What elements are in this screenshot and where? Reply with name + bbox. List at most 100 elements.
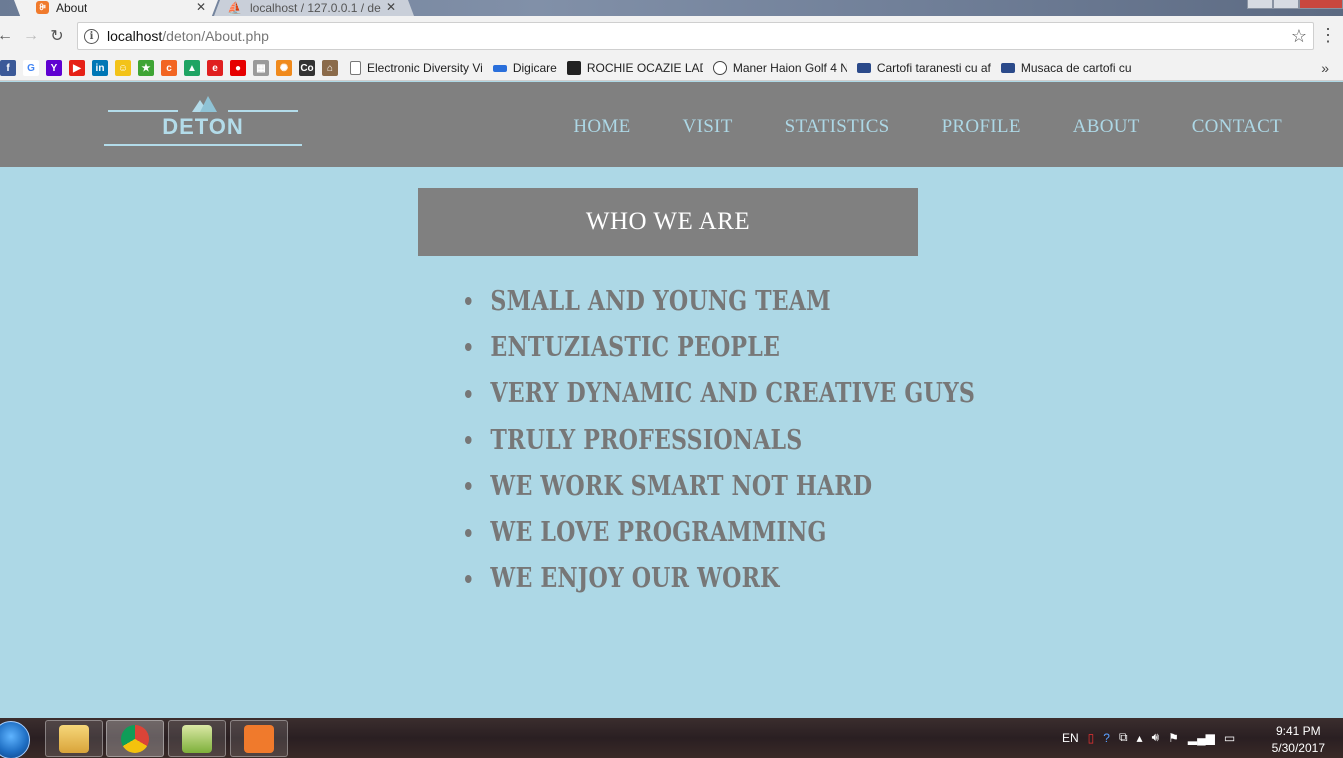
clock-time: 9:41 PM: [1275, 724, 1321, 738]
action-center-icon[interactable]: ⚑: [1168, 731, 1179, 745]
star-green-icon[interactable]: ★: [138, 60, 154, 76]
list-item: ENTUZIASTIC PEOPLE: [465, 324, 975, 370]
co-icon[interactable]: Co: [299, 60, 315, 76]
system-clock[interactable]: 9:41 PM 5/30/2017: [1272, 723, 1325, 757]
nav-about[interactable]: ABOUT: [1073, 116, 1140, 138]
system-tray: EN ▯ ? ⧉ ▴ 🔊︎ ⚑ ▂▄▆ ▭: [1062, 730, 1244, 745]
windows-taskbar: EN ▯ ? ⧉ ▴ 🔊︎ ⚑ ▂▄▆ ▭ 9:41 PM 5/30/2017: [0, 718, 1343, 758]
info-icon[interactable]: i: [84, 28, 99, 44]
bullet-icon: [465, 436, 472, 445]
sun-icon[interactable]: ✺: [276, 60, 292, 76]
close-icon[interactable]: ✕: [386, 0, 396, 14]
bullet-icon: [465, 389, 472, 398]
mountain-icon: [192, 96, 217, 112]
nav-home[interactable]: HOME: [573, 116, 630, 138]
main-nav: HOME VISIT STATISTICS PROFILE ABOUT CONT…: [521, 116, 1282, 138]
url-path: /deton/About.php: [162, 28, 269, 44]
show-hidden-icons-icon[interactable]: ▴: [1137, 731, 1143, 745]
bullet-icon: [465, 297, 472, 306]
olx-icon: [712, 61, 727, 75]
nav-visit[interactable]: VISIT: [683, 116, 733, 138]
back-arrow-icon[interactable]: ←: [0, 23, 18, 49]
minimize-button[interactable]: [1247, 0, 1273, 9]
xampp-icon: [244, 724, 274, 753]
deton-logo[interactable]: DETON: [104, 96, 302, 148]
smiley-icon[interactable]: ☺: [115, 60, 131, 76]
drive-icon[interactable]: ▲: [184, 60, 200, 76]
yahoo-icon[interactable]: Y: [46, 60, 62, 76]
logo-line: [228, 110, 298, 112]
tab-strip: ꔭ About ✕ ⛵ localhost / 127.0.0.1 / de ✕: [0, 0, 1343, 16]
recipe-icon: [1000, 63, 1015, 73]
reload-icon[interactable]: ↻: [44, 23, 70, 49]
bookmarks-bar: f G Y ▶ in ☺ ★ c ▲ e ● ▦ ✺ Co ⌂ Electronic Diversity V…: [0, 56, 1343, 81]
orange-c-icon[interactable]: c: [161, 60, 177, 76]
more-bookmarks-icon[interactable]: »: [1321, 60, 1329, 76]
folder-icon: [59, 724, 89, 753]
forward-arrow-icon[interactable]: →: [18, 23, 44, 49]
address-bar[interactable]: i localhost/deton/About.php ☆: [77, 22, 1314, 50]
notepad-icon: [182, 724, 212, 753]
browser-toolbar: ← → ↻ i localhost/deton/About.php ☆ ⋮: [0, 16, 1343, 56]
bookmark-item[interactable]: Maner Haion Golf 4 N: [712, 61, 847, 75]
power-icon[interactable]: ▭: [1224, 731, 1235, 745]
start-button[interactable]: [0, 721, 30, 758]
taskbar-explorer-button[interactable]: [45, 720, 103, 757]
bookmark-item[interactable]: Musaca de cartofi cu: [1000, 61, 1132, 75]
section-title: WHO WE ARE: [418, 188, 918, 256]
bookmark-item[interactable]: ROCHIE OCAZIE LADY: [566, 61, 703, 75]
list-item: WE LOVE PROGRAMMING: [465, 509, 975, 555]
digicare-icon: [492, 64, 507, 72]
language-indicator[interactable]: EN: [1062, 731, 1079, 745]
list-item: SMALL AND YOUNG TEAM: [465, 278, 975, 324]
nav-profile[interactable]: PROFILE: [942, 116, 1021, 138]
tab-title: About: [56, 1, 88, 15]
youtube-icon[interactable]: ▶: [69, 60, 85, 76]
traits-list: SMALL AND YOUNG TEAM ENTUZIASTIC PEOPLE …: [465, 278, 1087, 602]
window-controls: [1247, 0, 1343, 9]
nav-contact[interactable]: CONTACT: [1192, 116, 1282, 138]
pdf-icon[interactable]: ▯: [1088, 731, 1095, 745]
network-icon[interactable]: ▂▄▆: [1188, 731, 1215, 745]
bookmark-star-icon[interactable]: ☆: [1291, 26, 1307, 47]
e-icon[interactable]: e: [207, 60, 223, 76]
linkedin-icon[interactable]: in: [92, 60, 108, 76]
list-item: VERY DYNAMIC AND CREATIVE GUYS: [465, 371, 975, 417]
nav-statistics[interactable]: STATISTICS: [785, 116, 890, 138]
tf-icon: [566, 61, 581, 75]
bookmark-item[interactable]: Cartofi taranesti cu af: [856, 61, 991, 75]
bookmark-item[interactable]: Electronic Diversity Vi: [350, 61, 483, 75]
kebab-menu-icon[interactable]: ⋮: [1319, 26, 1337, 44]
tab-about[interactable]: ꔭ About ✕: [14, 0, 218, 16]
grid-icon[interactable]: ▦: [253, 60, 269, 76]
display-icon[interactable]: ⧉: [1119, 730, 1128, 745]
site-header: DETON HOME VISIT STATISTICS PROFILE ABOU…: [0, 82, 1343, 167]
clock-date: 5/30/2017: [1271, 741, 1325, 755]
taskbar-xampp-button[interactable]: [230, 720, 288, 757]
chrome-icon: [121, 724, 149, 753]
bullet-icon: [465, 528, 472, 537]
tab-phpmyadmin[interactable]: ⛵ localhost / 127.0.0.1 / de ✕: [214, 0, 414, 16]
bookmark-item[interactable]: Digicare: [492, 61, 557, 75]
window-close-button[interactable]: [1299, 0, 1343, 9]
help-icon[interactable]: ?: [1103, 731, 1110, 745]
logo-text: DETON: [162, 114, 244, 139]
recipe-icon: [856, 63, 871, 73]
page-icon: [350, 61, 361, 75]
url-host: localhost: [107, 28, 163, 44]
taskbar-editor-button[interactable]: [168, 720, 226, 757]
vodafone-icon[interactable]: ●: [230, 60, 246, 76]
taskbar-chrome-button[interactable]: [106, 720, 164, 757]
xampp-favicon-icon: ꔭ: [36, 1, 49, 14]
bullet-icon: [465, 343, 472, 352]
volume-icon[interactable]: 🔊︎: [1152, 730, 1160, 745]
tab-title: localhost / 127.0.0.1 / de: [250, 1, 381, 15]
google-icon[interactable]: G: [23, 60, 39, 76]
maximize-button[interactable]: [1273, 0, 1299, 9]
close-icon[interactable]: ✕: [196, 0, 206, 14]
bullet-icon: [465, 574, 472, 583]
facebook-icon[interactable]: f: [0, 60, 16, 76]
logo-line: [108, 110, 178, 112]
list-item: TRULY PROFESSIONALS: [465, 417, 975, 463]
house-icon[interactable]: ⌂: [322, 60, 338, 76]
